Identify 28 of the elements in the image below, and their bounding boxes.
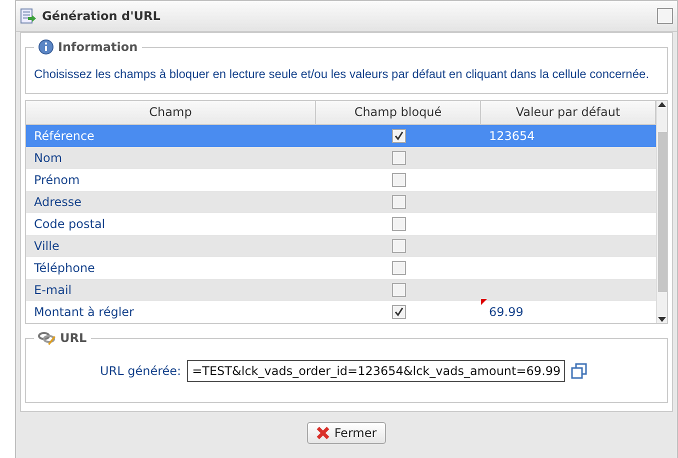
window-title: Génération d'URL xyxy=(42,9,162,23)
url-label: URL générée: xyxy=(100,364,182,378)
table-cell-text: Code postal xyxy=(33,216,106,231)
column-header[interactable]: Champ bloqué xyxy=(316,101,481,124)
table-row[interactable]: Nom xyxy=(26,146,656,169)
url-field[interactable]: =TEST&lck_vads_order_id=123654&lck_vads_amount=69.99 xyxy=(187,360,566,382)
table-cell-text: Adresse xyxy=(33,194,83,209)
table-cell-text: E-mail xyxy=(33,282,73,297)
panel-legend: URL xyxy=(60,331,87,345)
column-header[interactable]: Champ xyxy=(26,101,316,124)
table-cell-text: Téléphone xyxy=(33,260,96,275)
table-row[interactable]: Ville xyxy=(26,234,656,257)
table-row[interactable]: Prénom xyxy=(26,168,656,191)
close-button[interactable]: Fermer xyxy=(307,422,386,444)
table-cell-text: Nom xyxy=(33,150,64,165)
panel-legend: Information xyxy=(58,40,138,54)
table-cell-text: Ville xyxy=(33,238,60,253)
table-cell-text: Montant à régler xyxy=(33,304,135,319)
table-row[interactable]: Montant à régler 69.99 xyxy=(26,300,656,323)
table-row[interactable]: Téléphone xyxy=(26,256,656,279)
information-text: Choisissez les champs à bloquer en lecture seule et/ou les valeurs par défaut en cliquant dans la cellule concernée. xyxy=(34,66,650,83)
table-cell-text: Référence xyxy=(33,128,96,143)
table-cell: 69.99 xyxy=(489,304,524,319)
table-row[interactable]: Code postal xyxy=(26,212,656,235)
table-row[interactable]: Adresse xyxy=(26,190,656,213)
table-row[interactable]: E-mail xyxy=(26,278,656,301)
table-cell-text: Prénom xyxy=(33,172,81,187)
table-cell: 123654 xyxy=(489,128,535,143)
